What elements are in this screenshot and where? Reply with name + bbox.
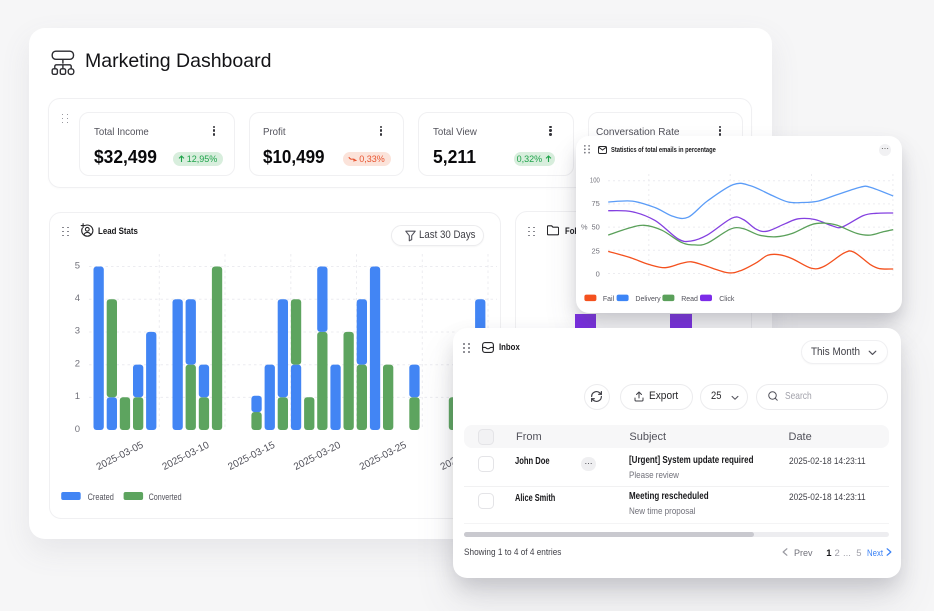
svg-text:2025-03-15: 2025-03-15	[226, 440, 277, 473]
svg-text:Fail: Fail	[603, 296, 615, 303]
svg-text:2025-03-25: 2025-03-25	[358, 440, 409, 473]
svg-text:2025-03-10: 2025-03-10	[161, 440, 212, 473]
svg-text:2: 2	[75, 358, 80, 369]
svg-text:2025-03-05: 2025-03-05	[95, 440, 146, 473]
svg-text:Click: Click	[719, 296, 735, 303]
svg-text:0: 0	[595, 270, 599, 279]
svg-text:1: 1	[75, 391, 80, 402]
svg-text:5: 5	[75, 260, 80, 271]
svg-text:75: 75	[591, 199, 599, 208]
svg-text:4: 4	[75, 293, 80, 304]
svg-text:50: 50	[591, 223, 599, 232]
svg-text:100: 100	[590, 176, 600, 185]
svg-text:Created: Created	[88, 492, 114, 502]
svg-text:25: 25	[591, 247, 599, 256]
svg-text:Delivery: Delivery	[635, 296, 661, 303]
svg-text:Read: Read	[681, 296, 698, 303]
svg-text:0: 0	[75, 424, 80, 435]
svg-text:2025-03-20: 2025-03-20	[292, 440, 343, 473]
svg-text:%: %	[581, 223, 588, 232]
svg-text:Converted: Converted	[149, 492, 182, 502]
svg-text:3: 3	[75, 326, 80, 337]
